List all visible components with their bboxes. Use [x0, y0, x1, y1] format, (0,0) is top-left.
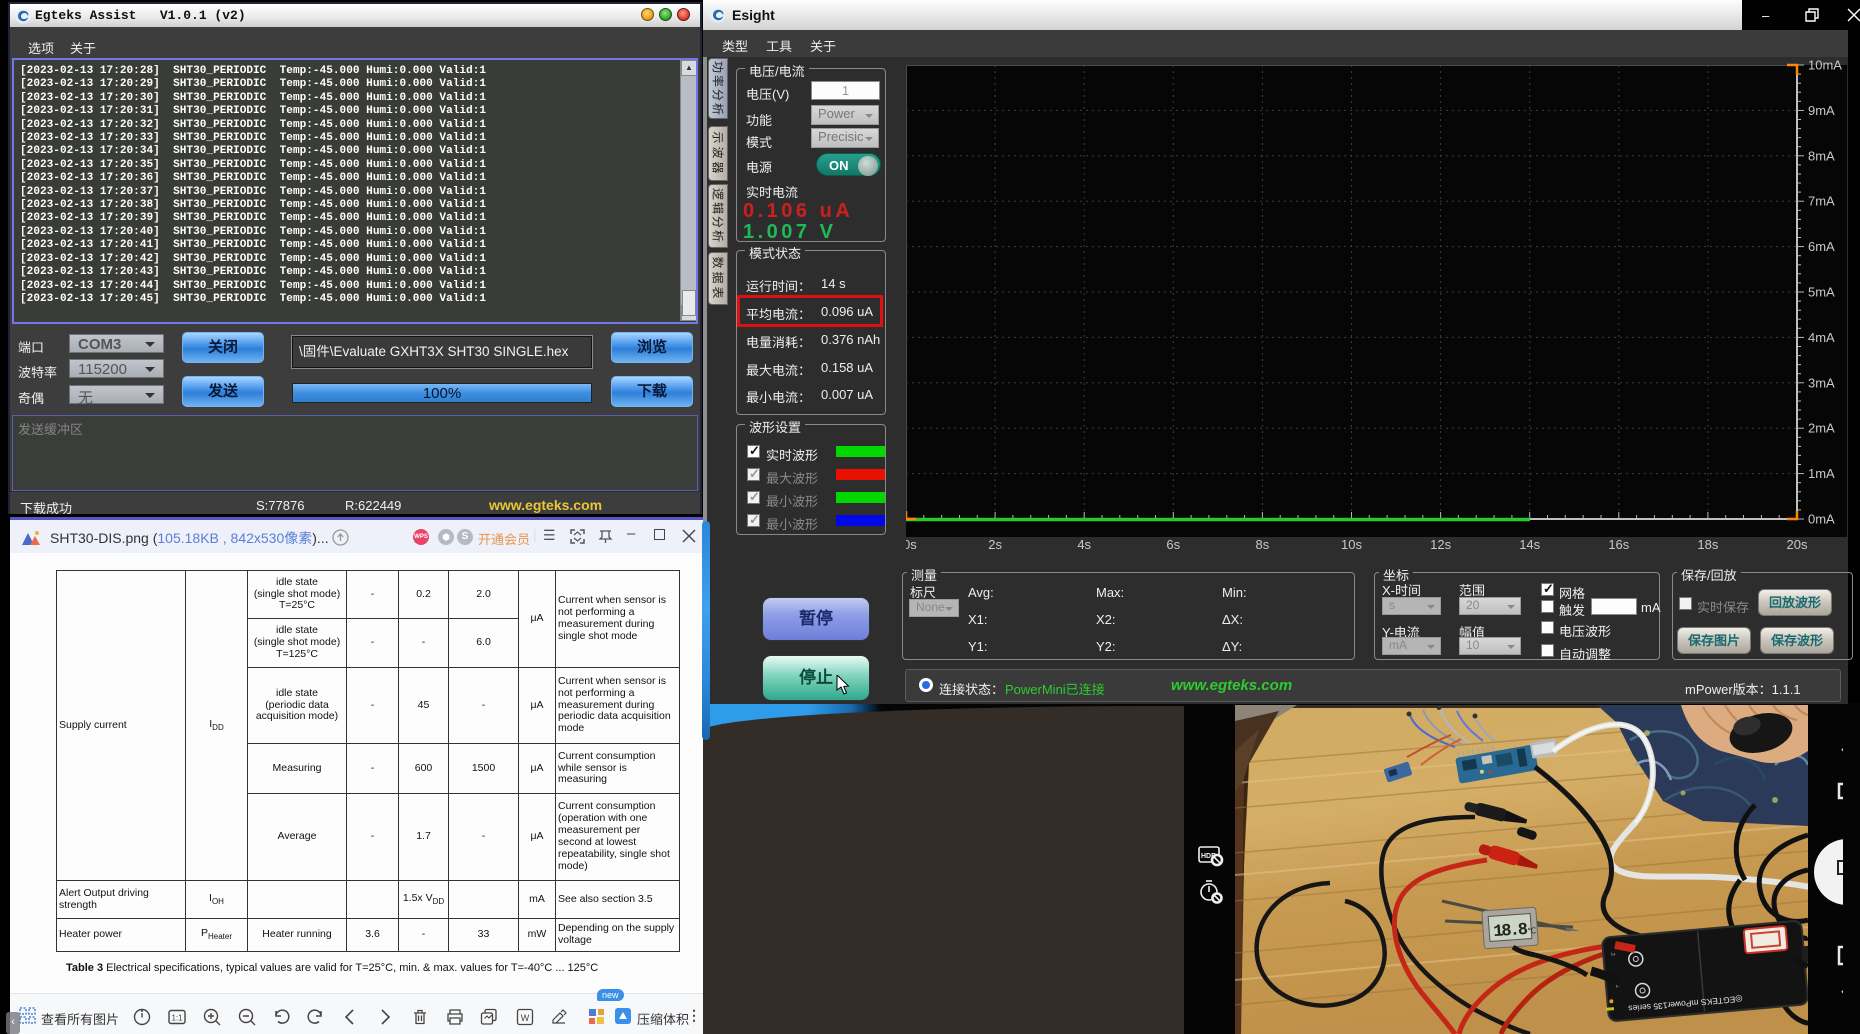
svg-text:4s: 4s: [1077, 537, 1091, 552]
svg-text:3mA: 3mA: [1808, 375, 1835, 390]
svg-text:16s: 16s: [1608, 537, 1629, 552]
svg-text:9mA: 9mA: [1808, 103, 1835, 118]
svg-text:20s: 20s: [1787, 537, 1808, 552]
svg-text:1:1: 1:1: [171, 1014, 183, 1023]
svg-text:0mA: 0mA: [1808, 512, 1835, 527]
svg-text:6s: 6s: [1166, 537, 1180, 552]
svg-text:0s: 0s: [906, 537, 917, 552]
svg-text:12s: 12s: [1430, 537, 1451, 552]
svg-text:1mA: 1mA: [1808, 466, 1835, 481]
svg-text:18s: 18s: [1697, 537, 1718, 552]
svg-text:18.8: 18.8: [1493, 921, 1529, 942]
svg-text:14s: 14s: [1519, 537, 1540, 552]
svg-text:10s: 10s: [1341, 537, 1362, 552]
svg-text:8s: 8s: [1256, 537, 1270, 552]
svg-text:4mA: 4mA: [1808, 330, 1835, 345]
svg-text:HDR: HDR: [1201, 853, 1216, 860]
svg-text:7mA: 7mA: [1808, 194, 1835, 209]
svg-text:W: W: [521, 1013, 530, 1023]
svg-text:10mA: 10mA: [1808, 58, 1842, 73]
svg-text:℃: ℃: [1527, 926, 1537, 936]
svg-text:2s: 2s: [988, 537, 1002, 552]
svg-text:5mA: 5mA: [1808, 285, 1835, 300]
svg-text:6mA: 6mA: [1808, 239, 1835, 254]
svg-text:I+: I+: [1611, 952, 1616, 958]
svg-text:8mA: 8mA: [1808, 148, 1835, 163]
svg-text:2mA: 2mA: [1808, 421, 1835, 436]
